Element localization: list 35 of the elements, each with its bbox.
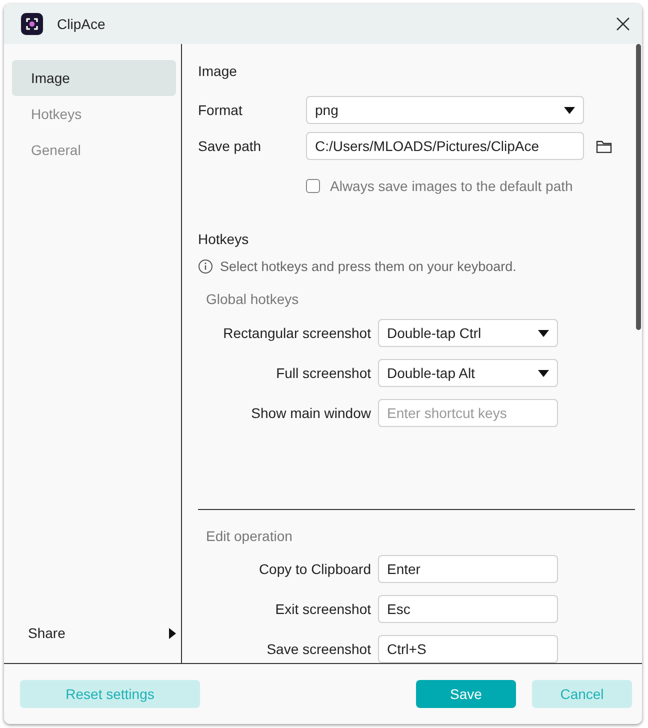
field-label: Show main window xyxy=(250,405,371,421)
field-label: Save path xyxy=(198,138,262,154)
format-dropdown[interactable]: png xyxy=(306,96,584,124)
group-heading: Edit operation xyxy=(206,528,294,546)
hotkey-dropdown[interactable]: Double-tap Alt xyxy=(378,359,558,387)
close-icon[interactable] xyxy=(616,17,630,31)
hotkey-field[interactable]: Enter shortcut keys xyxy=(378,399,558,427)
scrollbar-thumb[interactable] xyxy=(636,44,641,330)
caret-icon xyxy=(538,330,549,336)
caret-icon xyxy=(538,370,549,376)
hotkey-field[interactable]: Ctrl+S xyxy=(378,635,558,663)
field-label: Format xyxy=(198,102,244,118)
caret-right-icon xyxy=(169,628,176,638)
share-menu-item[interactable]: Share xyxy=(12,621,176,645)
field-label: Exit screenshot xyxy=(274,601,371,617)
caret-icon xyxy=(564,106,575,114)
checkbox-label: Always save images to the default path xyxy=(330,178,573,194)
checkbox[interactable] xyxy=(306,179,320,193)
info-icon xyxy=(198,258,213,274)
section-heading: Image xyxy=(198,62,238,80)
field-label: Full screenshot xyxy=(275,365,371,381)
group-heading: Global hotkeys xyxy=(206,291,300,309)
hotkey-dropdown[interactable]: Double-tap Ctrl xyxy=(378,319,558,347)
window-title: ClipAce xyxy=(57,16,106,32)
info-text: Select hotkeys and press them on your keyboard. xyxy=(220,258,516,274)
app-logo-icon xyxy=(21,13,43,35)
folder-icon[interactable] xyxy=(596,140,612,152)
field-label: Save screenshot xyxy=(266,641,371,657)
field-label: Copy to Clipboard xyxy=(258,561,371,577)
save-path-field[interactable]: C:/Users/MLOADS/Pictures/ClipAce xyxy=(306,132,584,160)
hotkey-field[interactable]: Esc xyxy=(378,595,558,623)
hotkey-field[interactable]: Enter xyxy=(378,555,558,583)
field-label: Rectangular screenshot xyxy=(222,325,371,341)
sidebar-item[interactable]: Image xyxy=(12,60,176,96)
section-heading: Hotkeys xyxy=(198,230,250,248)
